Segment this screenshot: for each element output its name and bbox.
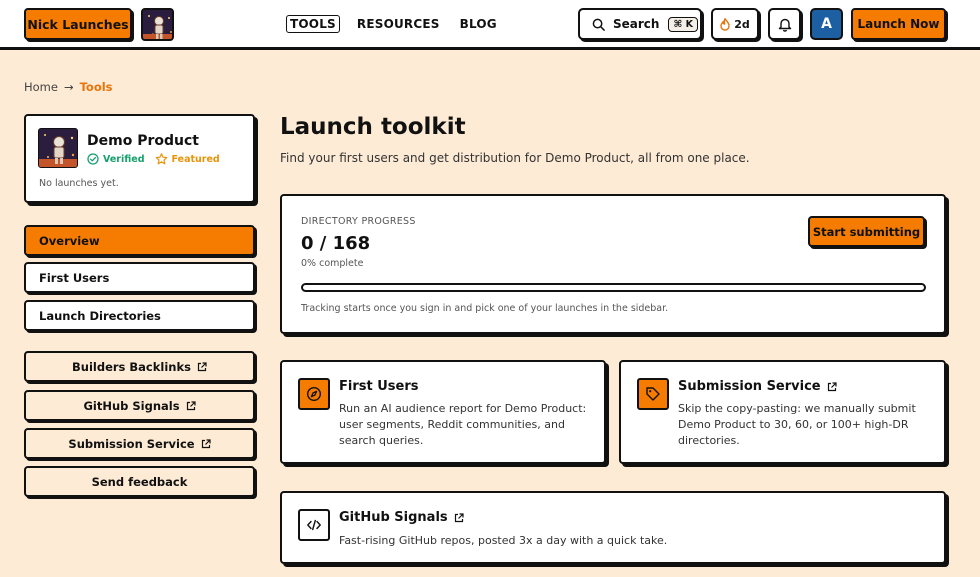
verified-label: Verified bbox=[103, 153, 145, 165]
launch-status: No launches yet. bbox=[39, 178, 119, 189]
sidebar-link-github-signals[interactable]: GitHub Signals bbox=[24, 390, 255, 421]
sidebar-item-overview[interactable]: Overview bbox=[24, 225, 255, 256]
search-button[interactable]: Search ⌘ K bbox=[578, 8, 702, 40]
sidebar-link-builders-backlinks[interactable]: Builders Backlinks bbox=[24, 351, 255, 382]
tool-icon-box bbox=[298, 509, 330, 541]
check-circle-icon bbox=[87, 153, 99, 165]
streak-label: 2d bbox=[734, 17, 750, 31]
page-subtitle: Find your first users and get distributi… bbox=[280, 151, 750, 165]
send-feedback-button[interactable]: Send feedback bbox=[24, 466, 255, 497]
tool-description-line: Demo Product to 30, 60, or 100+ high-DR bbox=[678, 418, 909, 431]
sidebar-item-launch-directories[interactable]: Launch Directories bbox=[24, 300, 255, 331]
tool-description-line: Skip the copy-pasting: we manually submi… bbox=[678, 402, 916, 415]
search-label: Search bbox=[613, 17, 660, 31]
product-name: Demo Product bbox=[87, 133, 199, 149]
directory-progress-card: DIRECTORY PROGRESS 0 / 168 0% complete S… bbox=[280, 194, 946, 334]
progress-percent: 0% complete bbox=[301, 258, 364, 269]
breadcrumb-current: Tools bbox=[79, 80, 113, 94]
code-icon bbox=[307, 519, 321, 531]
tool-description: Skip the copy-pasting: we manually submi… bbox=[678, 401, 916, 449]
tool-title-text: Submission Service bbox=[678, 379, 821, 394]
tool-card-github-signals[interactable]: GitHub Signals Fast-rising GitHub repos,… bbox=[280, 491, 946, 564]
main-nav: TOOLS RESOURCES BLOG bbox=[286, 15, 514, 33]
breadcrumb-separator: → bbox=[63, 80, 74, 94]
tool-description-line: search queries. bbox=[339, 434, 424, 447]
flame-icon bbox=[720, 17, 730, 31]
nav-tools[interactable]: TOOLS bbox=[286, 15, 340, 33]
user-avatar[interactable]: A bbox=[810, 8, 843, 40]
compass-icon bbox=[306, 386, 322, 402]
tool-description: Fast-rising GitHub repos, posted 3x a da… bbox=[339, 533, 667, 549]
featured-badge: Featured bbox=[155, 153, 220, 165]
product-badges: Verified Featured bbox=[87, 153, 220, 165]
sidebar-item-first-users[interactable]: First Users bbox=[24, 262, 255, 293]
tool-title: First Users bbox=[339, 379, 419, 394]
star-icon bbox=[155, 153, 167, 165]
tool-description-line: directories. bbox=[678, 434, 740, 447]
brand-avatar[interactable] bbox=[141, 8, 174, 41]
featured-label: Featured bbox=[171, 153, 220, 165]
notifications-button[interactable] bbox=[768, 8, 801, 40]
launch-now-button[interactable]: Launch Now bbox=[851, 8, 946, 40]
sidebar-link-label: Builders Backlinks bbox=[72, 359, 191, 374]
progress-value: 0 / 168 bbox=[301, 233, 371, 254]
tool-title: Submission Service bbox=[678, 379, 837, 394]
search-shortcut: ⌘ K bbox=[668, 16, 698, 32]
search-icon bbox=[592, 18, 605, 31]
tool-card-first-users[interactable]: First Users Run an AI audience report fo… bbox=[280, 360, 606, 464]
product-card: Demo Product Verified Featured No launch… bbox=[24, 114, 255, 203]
breadcrumb-home[interactable]: Home bbox=[24, 80, 58, 94]
progress-label: DIRECTORY PROGRESS bbox=[301, 216, 416, 227]
progress-bar bbox=[301, 283, 926, 292]
tool-description-line: Run an AI audience report for Demo Produ… bbox=[339, 402, 587, 415]
bell-icon bbox=[778, 18, 791, 32]
verified-badge: Verified bbox=[87, 153, 145, 165]
astronaut-image bbox=[143, 10, 172, 39]
tool-icon-box bbox=[298, 378, 330, 410]
external-link-icon bbox=[454, 512, 464, 522]
tool-title: GitHub Signals bbox=[339, 510, 464, 525]
sidebar-link-label: Submission Service bbox=[68, 436, 195, 451]
tool-description: Run an AI audience report for Demo Produ… bbox=[339, 401, 586, 449]
sidebar-link-label: Send feedback bbox=[91, 474, 188, 489]
tag-icon bbox=[646, 387, 660, 401]
sidebar-link-submission-service[interactable]: Submission Service bbox=[24, 428, 255, 459]
product-image bbox=[38, 128, 78, 168]
tool-description-line: user segments, Reddit communities, and bbox=[339, 418, 565, 431]
external-link-icon bbox=[201, 438, 211, 448]
breadcrumb: Home → Tools bbox=[24, 80, 113, 94]
start-submitting-button[interactable]: Start submitting bbox=[808, 216, 925, 247]
external-link-icon bbox=[827, 381, 837, 391]
tool-card-submission-service[interactable]: Submission Service Skip the copy-pasting… bbox=[619, 360, 946, 464]
external-link-icon bbox=[197, 361, 207, 371]
brand-button[interactable]: Nick Launches bbox=[24, 8, 132, 40]
streak-button[interactable]: 2d bbox=[711, 8, 759, 40]
tool-description-line: Fast-rising GitHub repos, posted 3x a da… bbox=[339, 534, 668, 547]
tool-icon-box bbox=[637, 378, 669, 410]
progress-note: Tracking starts once you sign in and pic… bbox=[301, 303, 669, 314]
page-title: Launch toolkit bbox=[280, 114, 466, 140]
nav-resources[interactable]: RESOURCES bbox=[354, 16, 443, 32]
astronaut-image bbox=[39, 129, 77, 167]
tool-title-text: First Users bbox=[339, 379, 419, 394]
sidebar-link-label: GitHub Signals bbox=[83, 398, 180, 413]
nav-blog[interactable]: BLOG bbox=[457, 16, 500, 32]
top-header: Nick Launches TOOLS RESOURCES BLOG Searc… bbox=[0, 0, 980, 50]
external-link-icon bbox=[186, 400, 196, 410]
tool-title-text: GitHub Signals bbox=[339, 510, 448, 525]
